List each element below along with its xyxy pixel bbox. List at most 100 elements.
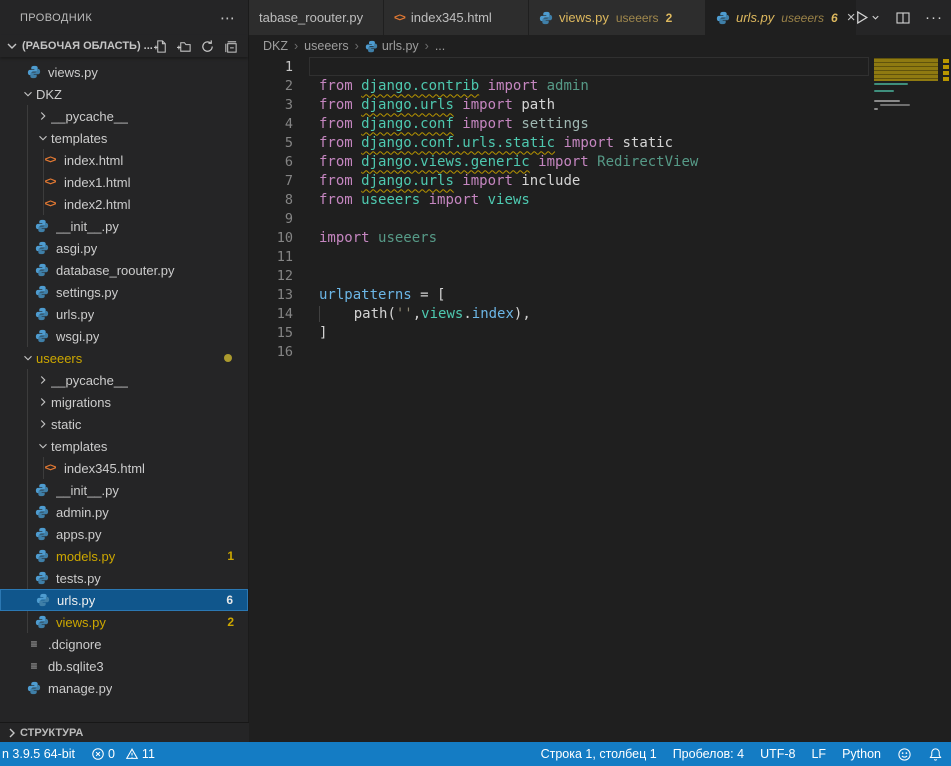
warning-mark [943,65,949,69]
tree-folder-templates[interactable]: templates [0,127,248,149]
outline-section-header[interactable]: СТРУКТУРА [0,722,249,742]
tree-folder-dkz[interactable]: DKZ [0,83,248,105]
breadcrumb-item[interactable]: useeers [304,39,348,53]
py-file-icon [26,680,42,696]
tree-item-label: views.py [56,615,106,630]
feedback-button[interactable] [889,742,920,766]
workspace-section-header[interactable]: (РАБОЧАЯ ОБЛАСТЬ) ... [0,35,248,57]
code-line-6[interactable]: 6from django.views.generic import Redire… [249,152,951,171]
language-mode-status[interactable]: Python [834,742,889,766]
tree-file-asgi-py[interactable]: asgi.py [0,237,248,259]
tree-folder-templates[interactable]: templates [0,435,248,457]
tree-folder-migrations[interactable]: migrations [0,391,248,413]
run-python-file-button[interactable] [853,9,881,26]
breadcrumb-item[interactable]: urls.py [365,39,419,53]
tree-file-models-py[interactable]: models.py1 [0,545,248,567]
code-line-2[interactable]: 2from django.contrib import admin [249,76,951,95]
tree-file-index1-html[interactable]: <>index1.html [0,171,248,193]
tree-file-urls-py[interactable]: urls.py [0,303,248,325]
overview-ruler [941,57,951,742]
code-editor[interactable]: 12from django.contrib import admin3from … [249,57,951,742]
explorer-header: ПРОВОДНИК ⋯ [0,0,248,35]
code-line-7[interactable]: 7from django.urls import include [249,171,951,190]
code-text: from django.conf.urls.static import stat… [319,135,673,151]
minimap[interactable] [872,57,941,742]
explorer-more-actions-icon[interactable]: ⋯ [220,9,236,27]
code-line-1[interactable]: 1 [249,57,951,76]
html-file-icon: <> [394,12,405,24]
breadcrumb-item[interactable]: ... [435,39,445,53]
problems-status[interactable]: 0 11 [83,742,163,766]
code-line-12[interactable]: 12 [249,266,951,285]
list-file-icon: ≡ [26,636,42,652]
workspace-toolbar [154,39,242,54]
tree-file-tests-py[interactable]: tests.py [0,567,248,589]
code-line-5[interactable]: 5from django.conf.urls.static import sta… [249,133,951,152]
notifications-button[interactable] [920,742,951,766]
code-line-16[interactable]: 16 [249,342,951,361]
split-editor-button[interactable] [895,10,911,26]
refresh-icon[interactable] [200,39,215,54]
breadcrumb-separator: › [294,39,298,53]
tree-file-index-html[interactable]: <>index.html [0,149,248,171]
tab-urls-py[interactable]: urls.pyuseeers6× [706,0,856,35]
html-file-icon: <> [42,174,58,190]
html-icon: <> [45,462,56,474]
code-line-9[interactable]: 9 [249,209,951,228]
code-text: urlpatterns = [ [319,287,445,303]
new-file-icon[interactable] [154,39,169,54]
tree-file-apps-py[interactable]: apps.py [0,523,248,545]
code-line-14[interactable]: 14 path('',views.index), [249,304,951,323]
code-line-4[interactable]: 4from django.conf import settings [249,114,951,133]
python-interpreter-status[interactable]: n 3.9.5 64-bit [0,742,83,766]
line-number: 4 [249,116,293,132]
code-text: from django.contrib import admin [319,78,589,94]
code-line-8[interactable]: 8from useeers import views [249,190,951,209]
tree-folder--pycache-[interactable]: __pycache__ [0,105,248,127]
eol-status[interactable]: LF [803,742,834,766]
tree-file-wsgi-py[interactable]: wsgi.py [0,325,248,347]
tree-file-db-sqlite3[interactable]: ≡db.sqlite3 [0,655,248,677]
tree-file-index345-html[interactable]: <>index345.html [0,457,248,479]
tree-file-urls-py[interactable]: urls.py6 [0,589,248,611]
tree-file-views-py[interactable]: views.py2 [0,611,248,633]
explorer-sidebar: ПРОВОДНИК ⋯ (РАБОЧАЯ ОБЛАСТЬ) ... views.… [0,0,249,742]
tree-item-label: static [51,417,81,432]
tree-file--init-py[interactable]: __init__.py [0,479,248,501]
chevron-right-icon [35,417,51,431]
encoding-status[interactable]: UTF-8 [752,742,803,766]
tree-item-label: __init__.py [56,483,119,498]
tree-file-index2-html[interactable]: <>index2.html [0,193,248,215]
run-dropdown-icon[interactable] [870,12,881,23]
tab-tabase-roouter-py[interactable]: tabase_roouter.py [249,0,384,35]
tree-file-database-roouter-py[interactable]: database_roouter.py [0,259,248,281]
tree-file-views-py[interactable]: views.py [0,61,248,83]
indentation-status[interactable]: Пробелов: 4 [665,742,752,766]
py-file-icon [34,284,50,300]
tree-folder-useeers[interactable]: useeers [0,347,248,369]
tree-file-manage-py[interactable]: manage.py [0,677,248,699]
tree-folder--pycache-[interactable]: __pycache__ [0,369,248,391]
tree-file-settings-py[interactable]: settings.py [0,281,248,303]
more-actions-icon[interactable]: ··· [925,9,943,26]
tree-file--dcignore[interactable]: ≡.dcignore [0,633,248,655]
code-line-11[interactable]: 11 [249,247,951,266]
code-line-15[interactable]: 15] [249,323,951,342]
tree-item-label: __pycache__ [51,109,128,124]
tree-file--init-py[interactable]: __init__.py [0,215,248,237]
line-number: 8 [249,192,293,208]
tree-folder-static[interactable]: static [0,413,248,435]
breadcrumb-item[interactable]: DKZ [263,39,288,53]
status-right: Строка 1, столбец 1 Пробелов: 4 UTF-8 LF… [533,742,951,766]
code-line-10[interactable]: 10import useeers [249,228,951,247]
tree-item-label: DKZ [36,87,62,102]
tab-description: useeers [781,11,824,25]
cursor-position-status[interactable]: Строка 1, столбец 1 [533,742,665,766]
tree-file-admin-py[interactable]: admin.py [0,501,248,523]
collapse-all-icon[interactable] [223,39,238,54]
code-line-3[interactable]: 3from django.urls import path [249,95,951,114]
tab-views-py[interactable]: views.pyuseeers2 [529,0,706,35]
new-folder-icon[interactable] [177,39,192,54]
code-line-13[interactable]: 13urlpatterns = [ [249,285,951,304]
tab-index345-html[interactable]: <>index345.html [384,0,529,35]
